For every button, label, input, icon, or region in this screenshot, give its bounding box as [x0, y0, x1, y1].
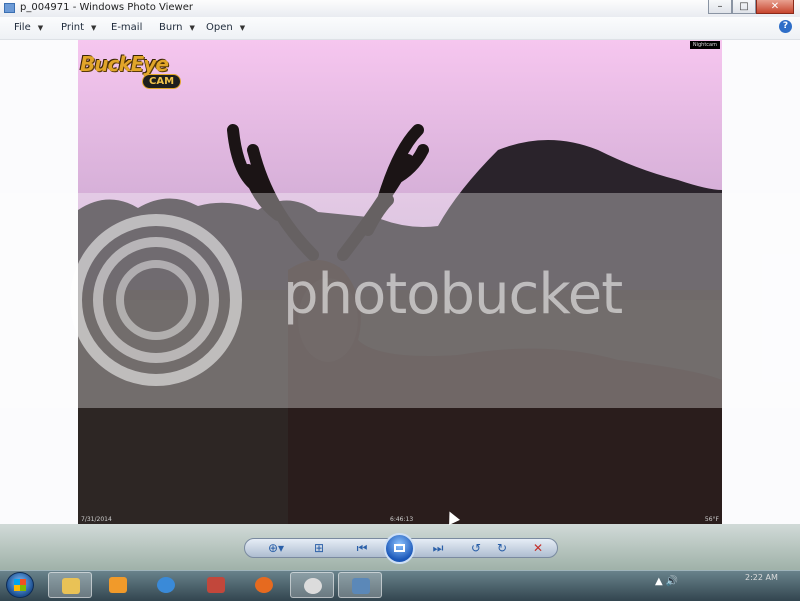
menu-bar: File ▼ Print ▼ E-mail Burn ▼ Open ▼ — [0, 17, 800, 40]
firefox-icon — [255, 577, 273, 593]
close-button[interactable]: ✕ — [756, 0, 794, 14]
taskbar-ie[interactable] — [144, 572, 188, 598]
menu-email[interactable]: E-mail — [111, 22, 142, 33]
menu-file[interactable]: File ▼ — [14, 22, 43, 33]
title-bar: p_004971 - Windows Photo Viewer – □ ✕ — [0, 0, 800, 18]
volume-icon[interactable]: 🔊 — [666, 576, 678, 587]
menu-burn[interactable]: Burn ▼ — [159, 22, 195, 33]
slideshow-icon[interactable] — [384, 533, 415, 564]
chevron-down-icon: ▼ — [189, 24, 195, 32]
taskbar-explorer[interactable] — [48, 572, 92, 598]
folder-icon — [62, 578, 80, 594]
help-icon[interactable]: ? — [779, 20, 792, 33]
taskbar-app[interactable] — [194, 572, 238, 598]
taskbar-firefox[interactable] — [242, 572, 286, 598]
chevron-down-icon: ▼ — [239, 24, 246, 32]
start-button[interactable] — [6, 572, 34, 598]
chevron-down-icon: ▼ — [91, 24, 97, 32]
rotate-left-icon[interactable]: ↺ — [468, 540, 484, 556]
camera-tag: Nightcam — [689, 41, 720, 49]
delete-icon[interactable]: ✕ — [530, 540, 546, 556]
rotate-right-icon[interactable]: ↻ — [494, 540, 510, 556]
taskbar-photo-viewer[interactable] — [338, 572, 382, 598]
taskbar-game[interactable] — [290, 572, 334, 598]
photo-temperature: 56°F — [704, 516, 719, 523]
pin-app-icon — [207, 577, 225, 593]
next-icon[interactable]: ⏭ — [428, 540, 448, 556]
actual-size-icon[interactable]: ⊞ — [310, 540, 328, 556]
taskbar-clock[interactable]: 2:22 AM — [745, 573, 778, 582]
zoom-icon[interactable]: ⊕▾ — [262, 540, 290, 556]
photo-time: 6:46:13 — [390, 516, 414, 523]
maximize-button[interactable]: □ — [732, 0, 756, 14]
buckeye-cam-logo: BuckEye CAM — [80, 52, 200, 92]
windows-logo-icon — [14, 579, 26, 591]
photo-viewer-taskbar-icon — [352, 578, 370, 594]
minimize-button[interactable]: – — [708, 0, 732, 14]
watermark-text: photobucket — [283, 262, 623, 327]
chevron-down-icon: ▼ — [37, 24, 44, 32]
mouse-game-icon — [304, 578, 322, 594]
system-tray: ▲ 🔊 — [655, 576, 678, 587]
internet-explorer-icon — [157, 577, 175, 593]
menu-print[interactable]: Print ▼ — [61, 22, 96, 33]
photobucket-logo-icon — [70, 214, 242, 386]
menu-open[interactable]: Open ▼ — [206, 22, 245, 33]
up-arrow-icon[interactable]: ▲ — [655, 576, 663, 587]
media-player-icon — [109, 577, 127, 593]
taskbar-media-player[interactable] — [96, 572, 140, 598]
photo-viewer-icon — [4, 3, 15, 13]
window-controls: – □ ✕ — [708, 0, 794, 14]
previous-icon[interactable]: ⏮ — [352, 540, 372, 556]
window-title: p_004971 - Windows Photo Viewer — [20, 2, 194, 13]
photo-date: 7/31/2014 — [81, 516, 112, 523]
